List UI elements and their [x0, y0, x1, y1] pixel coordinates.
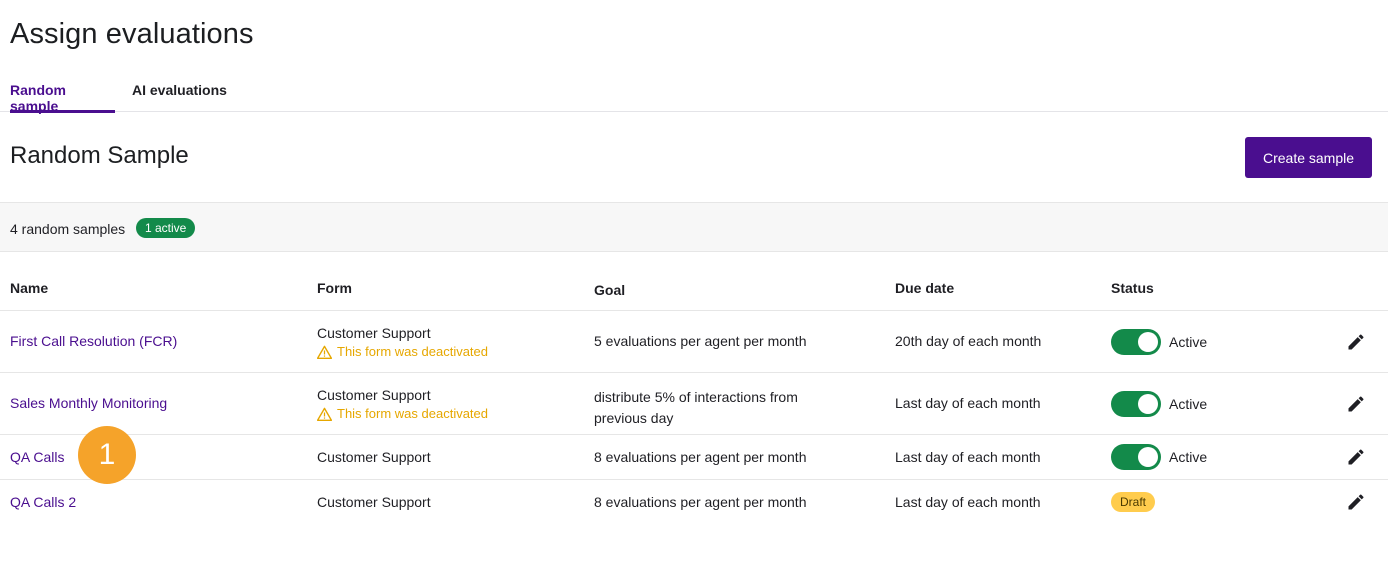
table-row: Sales Monthly Monitoring Customer Suppor…: [0, 373, 1388, 435]
pencil-icon: [1348, 449, 1364, 465]
status-toggle[interactable]: [1111, 391, 1161, 417]
section-title: Random Sample: [10, 142, 189, 169]
status-cell: Active: [1111, 329, 1207, 355]
edit-button[interactable]: [1346, 332, 1366, 355]
column-header-name: Name: [10, 280, 49, 296]
form-cell: Customer Support This form was deactivat…: [317, 387, 488, 421]
status-label: Active: [1169, 396, 1208, 412]
samples-table: Name Form Goal Due date Status First Cal…: [0, 264, 1388, 525]
pencil-icon: [1348, 396, 1364, 412]
create-sample-button[interactable]: Create sample: [1245, 137, 1372, 178]
pencil-icon: [1348, 334, 1364, 350]
tab-bar: Random sample AI evaluations: [0, 72, 1388, 114]
sample-name-link[interactable]: QA Calls 2: [10, 494, 76, 510]
status-cell: Active: [1111, 444, 1207, 470]
column-header-form: Form: [317, 280, 352, 296]
status-toggle[interactable]: [1111, 329, 1161, 355]
goal-text: distribute 5% of interactions from previ…: [594, 389, 798, 426]
table-row: First Call Resolution (FCR) Customer Sup…: [0, 311, 1388, 373]
form-warning-text: This form was deactivated: [337, 406, 489, 421]
edit-button[interactable]: [1346, 447, 1366, 470]
table-row: QA Calls Customer Support 8 evaluations …: [0, 435, 1388, 480]
draft-badge: Draft: [1111, 492, 1156, 512]
sample-name-link[interactable]: QA Calls: [10, 449, 64, 465]
form-warning: This form was deactivated: [317, 344, 488, 359]
form-cell: Customer Support This form was deactivat…: [317, 325, 488, 359]
column-header-status: Status: [1111, 280, 1154, 296]
form-name: Customer Support: [317, 449, 431, 465]
edit-button[interactable]: [1346, 492, 1366, 515]
page-title: Assign evaluations: [10, 18, 254, 50]
form-name: Customer Support: [317, 387, 431, 403]
status-cell: Active: [1111, 391, 1207, 417]
column-header-goal: Goal: [594, 282, 626, 298]
sample-name-link[interactable]: Sales Monthly Monitoring: [10, 395, 167, 411]
tab-ai-evaluations[interactable]: AI evaluations: [132, 82, 227, 112]
form-name: Customer Support: [317, 494, 431, 510]
form-warning-text: This form was deactivated: [337, 344, 489, 359]
form-warning: This form was deactivated: [317, 406, 488, 421]
goal-text: 8 evaluations per agent per month: [594, 494, 807, 510]
warning-triangle-icon: [317, 345, 332, 359]
due-date-text: Last day of each month: [895, 494, 1041, 510]
status-toggle[interactable]: [1111, 444, 1161, 470]
goal-text: 8 evaluations per agent per month: [594, 449, 807, 465]
samples-count: 4 random samples: [10, 221, 126, 237]
table-header: Name Form Goal Due date Status: [0, 264, 1388, 311]
step-marker: 1: [78, 426, 136, 484]
tab-random-sample[interactable]: Random sample: [10, 82, 115, 114]
form-name: Customer Support: [317, 325, 431, 341]
due-date-text: Last day of each month: [895, 395, 1041, 411]
status-label: Active: [1169, 449, 1208, 465]
due-date-text: Last day of each month: [895, 449, 1041, 465]
summary-bar: 4 random samples 1 active: [0, 202, 1388, 252]
due-date-text: 20th day of each month: [895, 333, 1042, 349]
pencil-icon: [1348, 494, 1364, 510]
edit-button[interactable]: [1346, 394, 1366, 417]
status-cell: Draft: [1111, 492, 1156, 512]
sample-name-link[interactable]: First Call Resolution (FCR): [10, 333, 177, 349]
status-label: Active: [1169, 334, 1208, 350]
column-header-due-date: Due date: [895, 280, 955, 296]
goal-text: 5 evaluations per agent per month: [594, 333, 807, 349]
active-count-badge: 1 active: [136, 218, 196, 238]
warning-triangle-icon: [317, 407, 332, 421]
table-row: QA Calls 2 Customer Support 8 evaluation…: [0, 480, 1388, 525]
